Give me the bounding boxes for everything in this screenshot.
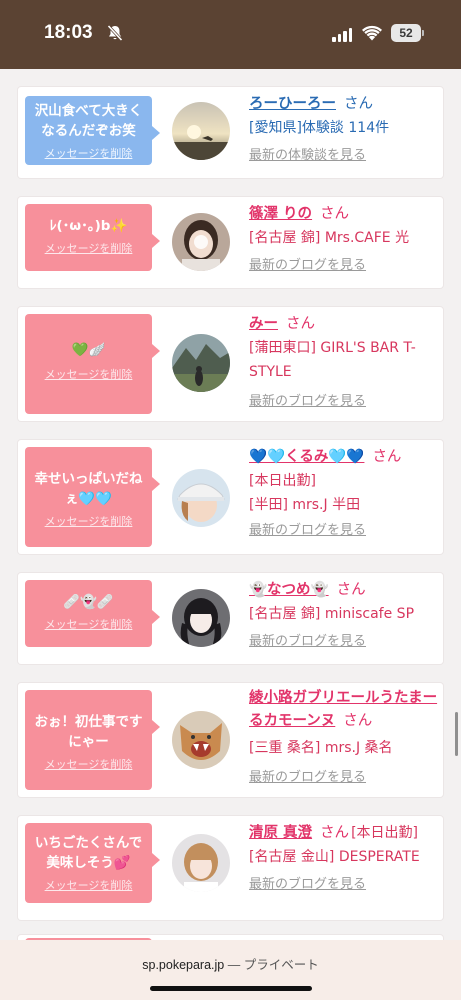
list-item: 🩹👻🩹 メッセージを削除 👻なつめ👻 さん [名古屋 錦] miniscafe S… bbox=[18, 573, 443, 664]
message-bubble: おぉ！初仕事ですにゃー メッセージを削除 bbox=[25, 690, 160, 790]
honorific: さん bbox=[343, 713, 373, 729]
avatar[interactable] bbox=[172, 213, 230, 271]
mountain-photo-icon bbox=[172, 334, 230, 392]
separator: — bbox=[227, 958, 241, 972]
message-text: ﾚ(･ω･｡)b✨ bbox=[49, 218, 128, 234]
avatar[interactable] bbox=[172, 834, 230, 892]
delete-message-link[interactable]: メッセージを削除 bbox=[25, 366, 152, 382]
cat-photo-icon bbox=[172, 711, 230, 769]
list-item: 幸せいっぱいだねぇ🩵🩵 メッセージを削除 💙🩵くるみ🩵💙 さん [本日出勤] [半… bbox=[18, 440, 443, 554]
profile-info: 綾小路ガブリエールうたまーるカモーンヌ さん [三重 桑名] mrs.J 桑名 最… bbox=[249, 687, 439, 788]
honorific: さん bbox=[320, 825, 350, 841]
avatar[interactable] bbox=[172, 711, 230, 769]
review-count: [愛知県]体験談 114件 bbox=[249, 120, 390, 136]
message-bubble: 💚🪽 メッセージを削除 bbox=[25, 314, 160, 414]
shop-name: [三重 桑名] mrs.J 桑名 bbox=[249, 740, 393, 756]
shop-name: [名古屋 錦] miniscafe SP bbox=[249, 606, 415, 622]
delete-message-link[interactable]: メッセージを削除 bbox=[25, 240, 152, 256]
girl-name-link[interactable]: みー bbox=[249, 316, 278, 332]
message-text: おぉ！初仕事ですにゃー bbox=[34, 714, 143, 750]
avatar[interactable] bbox=[172, 589, 230, 647]
message-text: いちごたくさんで美味しそう💕 bbox=[34, 835, 143, 871]
latest-blog-link[interactable]: 最新のブログを見る bbox=[249, 392, 439, 412]
message-bubble: いちごたくさんで美味しそう💕 メッセージを削除 bbox=[25, 823, 160, 903]
profile-info: みー さん [蒲田東口] GIRL'S BAR T-STYLE 最新のブログを見る bbox=[249, 312, 439, 412]
list-item: 沢山食べて大きくなるんだぞお笑 メッセージを削除 ろーひーろー さん [愛知県]体… bbox=[18, 87, 443, 178]
honorific: さん bbox=[320, 206, 350, 222]
avatar[interactable] bbox=[172, 334, 230, 392]
shop-name: [蒲田東口] GIRL'S BAR T-STYLE bbox=[249, 340, 416, 380]
girl-name-link[interactable]: 👻なつめ👻 bbox=[249, 582, 329, 598]
delete-message-link[interactable]: メッセージを削除 bbox=[25, 145, 152, 161]
url-display[interactable]: sp.pokepara.jp — プライベート bbox=[0, 954, 461, 973]
profile-info: ろーひーろー さん [愛知県]体験談 114件 最新の体験談を見る bbox=[249, 92, 439, 166]
list-item: ﾚ(･ω･｡)b✨ メッセージを削除 篠澤 りの さん [名古屋 錦] Mrs.C… bbox=[18, 197, 443, 288]
profile-info: 👻なつめ👻 さん [名古屋 錦] miniscafe SP 最新のブログを見る bbox=[249, 578, 439, 652]
message-text: 沢山食べて大きくなるんだぞお笑 bbox=[34, 103, 143, 139]
message-bubble: 沢山食べて大きくなるんだぞお笑 メッセージを削除 bbox=[25, 96, 160, 165]
wifi-icon bbox=[362, 25, 382, 41]
girl-name-link[interactable]: 💙🩵くるみ🩵💙 bbox=[249, 449, 364, 465]
private-mode-label: プライベート bbox=[243, 958, 319, 972]
battery-icon: 52 bbox=[391, 24, 424, 42]
delete-message-link[interactable]: メッセージを削除 bbox=[25, 756, 152, 772]
girl-name-link[interactable]: 篠澤 りの bbox=[249, 206, 312, 222]
profile-info: 💙🩵くるみ🩵💙 さん [本日出勤] [半田] mrs.J 半田 最新のブログを見る bbox=[249, 445, 439, 541]
status-bar: 18:03 52 bbox=[0, 0, 461, 69]
honorific: さん bbox=[286, 316, 315, 332]
attendance-status: [本日出勤] bbox=[351, 825, 418, 841]
message-bubble: ﾚ(･ω･｡)b✨ メッセージを削除 bbox=[25, 204, 160, 271]
shop-name: [名古屋 錦] Mrs.CAFE 光 bbox=[249, 230, 410, 246]
delete-message-link[interactable]: メッセージを削除 bbox=[25, 616, 152, 632]
avatar[interactable] bbox=[172, 469, 230, 527]
honorific: さん bbox=[372, 449, 402, 465]
twin-tail-portrait-icon bbox=[172, 589, 230, 647]
list-item: 💚🪽 メッセージを削除 みー さん [蒲田東口] GIRL'S BAR T-STY… bbox=[18, 307, 443, 421]
cellular-signal-icon bbox=[332, 28, 352, 42]
status-time: 18:03 bbox=[44, 22, 93, 43]
home-indicator[interactable] bbox=[150, 986, 312, 991]
latest-blog-link[interactable]: 最新のブログを見る bbox=[249, 768, 439, 788]
shop-name: [名古屋 金山] DESPERATE bbox=[249, 849, 420, 865]
delete-message-link[interactable]: メッセージを削除 bbox=[25, 877, 152, 893]
message-text: 🩹👻🩹 bbox=[63, 594, 114, 610]
latest-blog-link[interactable]: 最新のブログを見る bbox=[249, 632, 439, 652]
honorific: さん bbox=[344, 96, 373, 112]
message-text: 幸せいっぱいだねぇ🩵🩵 bbox=[34, 471, 143, 507]
latest-review-link[interactable]: 最新の体験談を見る bbox=[249, 146, 439, 166]
domain-text: sp.pokepara.jp bbox=[142, 958, 225, 972]
cap-portrait-icon bbox=[172, 469, 230, 527]
list-item: おぉ！初仕事ですにゃー メッセージを削除 綾小路ガブリエールうたまーるカモーンヌ… bbox=[18, 683, 443, 797]
girl-name-link[interactable]: 清原 真澄 bbox=[249, 825, 312, 841]
avatar[interactable] bbox=[172, 102, 230, 160]
sunset-photo-icon bbox=[172, 102, 230, 160]
message-bubble: 幸せいっぱいだねぇ🩵🩵 メッセージを削除 bbox=[25, 447, 160, 547]
bell-muted-icon bbox=[107, 24, 123, 42]
list-item: いちごたくさんで美味しそう💕 メッセージを削除 清原 真澄 さん [本日出勤] [名… bbox=[18, 816, 443, 920]
profile-info: 清原 真澄 さん [本日出勤] [名古屋 金山] DESPERATE 最新のブログを… bbox=[249, 821, 439, 895]
bob-hair-portrait-icon bbox=[172, 834, 230, 892]
latest-blog-link[interactable]: 最新のブログを見る bbox=[249, 521, 439, 541]
delete-message-link[interactable]: メッセージを削除 bbox=[25, 513, 152, 529]
girl-name-link[interactable]: ろーひーろー bbox=[249, 96, 336, 112]
short-hair-portrait-icon bbox=[172, 213, 230, 271]
honorific: さん bbox=[336, 582, 366, 598]
scrollbar-thumb[interactable] bbox=[455, 712, 458, 756]
profile-info: 篠澤 りの さん [名古屋 錦] Mrs.CAFE 光 最新のブログを見る bbox=[249, 202, 439, 276]
attendance-status: [本日出勤] bbox=[249, 473, 316, 489]
message-text: 💚🪽 bbox=[71, 342, 106, 358]
browser-address-bar[interactable]: sp.pokepara.jp — プライベート bbox=[0, 940, 461, 1000]
favorites-list: 沢山食べて大きくなるんだぞお笑 メッセージを削除 ろーひーろー さん [愛知県]体… bbox=[0, 69, 461, 940]
shop-name: [半田] mrs.J 半田 bbox=[249, 497, 361, 513]
latest-blog-link[interactable]: 最新のブログを見る bbox=[249, 875, 439, 895]
latest-blog-link[interactable]: 最新のブログを見る bbox=[249, 256, 439, 276]
message-bubble: 🩹👻🩹 メッセージを削除 bbox=[25, 580, 160, 647]
